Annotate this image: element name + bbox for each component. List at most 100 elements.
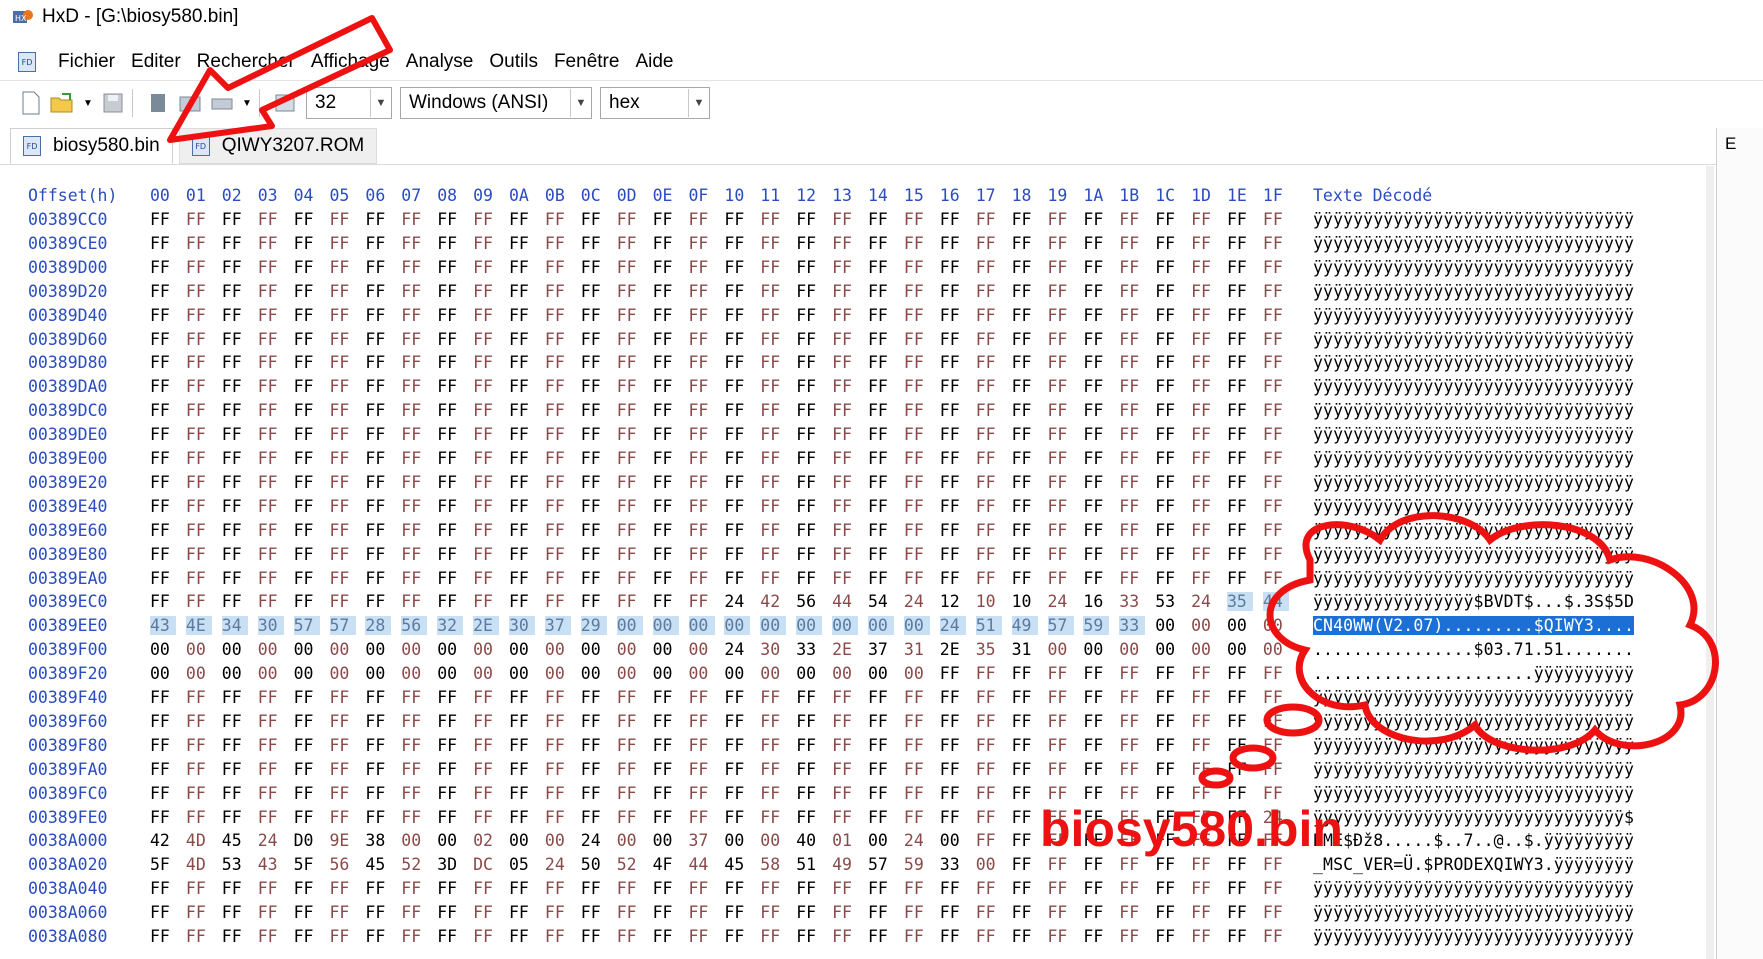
hex-byte[interactable]: FF (653, 449, 679, 468)
hex-byte[interactable]: 4E (185, 616, 212, 636)
hex-byte[interactable]: 4D (186, 855, 212, 874)
hex-byte[interactable]: FF (1155, 712, 1181, 731)
hex-byte[interactable]: FF (401, 808, 427, 827)
hex-byte[interactable]: 00 (330, 640, 356, 659)
hex-byte[interactable]: FF (940, 760, 966, 779)
hex-byte[interactable]: FF (365, 927, 391, 946)
hex-byte[interactable]: FF (1119, 521, 1145, 540)
hex-byte[interactable]: 00 (1227, 616, 1253, 635)
hex-byte[interactable]: FF (581, 688, 607, 707)
hex-byte[interactable]: 54 (868, 592, 894, 611)
hex-byte[interactable]: FF (1119, 330, 1145, 349)
hex-byte[interactable]: FF (1012, 353, 1038, 372)
hex-byte[interactable]: FF (509, 497, 535, 516)
hex-byte[interactable]: 00 (401, 640, 427, 659)
columns-icon[interactable] (272, 90, 298, 116)
hex-byte[interactable]: FF (1083, 234, 1109, 253)
hex-byte[interactable]: FF (545, 784, 571, 803)
hex-byte[interactable]: 30 (509, 616, 535, 636)
hex-byte[interactable]: FF (545, 497, 571, 516)
hex-byte[interactable]: FF (545, 210, 571, 229)
hex-byte[interactable]: FF (1012, 903, 1038, 922)
hex-byte[interactable]: 00 (437, 640, 463, 659)
hex-byte[interactable]: FF (1263, 927, 1289, 946)
hex-byte[interactable]: FF (1155, 330, 1181, 349)
hex-byte[interactable]: FF (1012, 927, 1038, 946)
hex-byte[interactable]: FF (330, 712, 356, 731)
hex-byte[interactable]: FF (1227, 401, 1253, 420)
hex-byte[interactable]: FF (796, 473, 822, 492)
hex-byte[interactable]: FF (186, 712, 212, 731)
hex-byte[interactable]: FF (617, 306, 643, 325)
hex-byte[interactable]: FF (1155, 282, 1181, 301)
hex-row[interactable]: 00389E80 FF FF FF FF FF FF FF FF FF FF FF FF FF FF FF FF… (0, 545, 1700, 569)
hex-byte[interactable]: FF (1263, 497, 1289, 516)
decoded-text[interactable]: ÿÿÿÿÿÿÿÿÿÿÿÿÿÿÿÿÿÿÿÿÿÿÿÿÿÿÿÿÿÿÿÿ (1313, 521, 1634, 540)
hex-byte[interactable]: FF (1155, 210, 1181, 229)
hex-byte[interactable]: FF (1155, 234, 1181, 253)
hex-byte[interactable]: 42 (150, 831, 176, 850)
hex-byte[interactable]: FF (1227, 545, 1253, 564)
hex-byte[interactable]: 52 (617, 855, 643, 874)
hex-byte[interactable]: FF (509, 473, 535, 492)
hex-byte[interactable]: FF (1155, 545, 1181, 564)
hex-byte[interactable]: FF (1191, 736, 1217, 755)
hex-byte[interactable]: FF (330, 760, 356, 779)
hex-byte[interactable]: D0 (294, 831, 320, 850)
tab-qiwy3207[interactable]: FD QIWY3207.ROM (178, 128, 378, 164)
hex-byte[interactable]: FF (258, 353, 284, 372)
hex-byte[interactable]: FF (940, 234, 966, 253)
hex-byte[interactable]: FF (437, 712, 463, 731)
hex-byte[interactable]: FF (473, 353, 499, 372)
hex-byte[interactable]: FF (1012, 330, 1038, 349)
hex-byte[interactable]: FF (437, 688, 463, 707)
hex-byte[interactable]: FF (294, 784, 320, 803)
hex-byte[interactable]: FF (760, 927, 786, 946)
hex-byte[interactable]: FF (222, 688, 248, 707)
hex-byte[interactable]: FF (509, 353, 535, 372)
hex-byte[interactable]: FF (724, 330, 750, 349)
hex-byte[interactable]: 00 (330, 664, 356, 683)
hex-byte[interactable]: FF (976, 234, 1002, 253)
hex-byte[interactable]: FF (222, 569, 248, 588)
hex-byte[interactable]: FF (904, 784, 930, 803)
hex-row[interactable]: 00389F00 00 00 00 00 00 00 00 00 00 00 00 00 00 00 00 00… (0, 640, 1700, 664)
hex-byte[interactable]: FF (222, 497, 248, 516)
hex-byte[interactable]: FF (150, 784, 176, 803)
hex-byte[interactable]: 00 (796, 664, 822, 683)
hex-byte[interactable]: FF (1155, 473, 1181, 492)
hex-byte[interactable]: FF (1191, 401, 1217, 420)
hex-byte[interactable]: FF (868, 879, 894, 898)
hex-byte[interactable]: FF (473, 210, 499, 229)
hex-byte[interactable]: FF (222, 545, 248, 564)
decoded-text[interactable]: ÿÿÿÿÿÿÿÿÿÿÿÿÿÿÿÿÿÿÿÿÿÿÿÿÿÿÿÿÿÿÿÿ (1313, 449, 1634, 468)
hex-byte[interactable]: FF (653, 497, 679, 516)
hex-byte[interactable]: FF (545, 473, 571, 492)
hex-byte[interactable]: FF (689, 497, 715, 516)
hex-byte[interactable]: FF (401, 401, 427, 420)
hex-byte[interactable]: FF (1083, 760, 1109, 779)
hex-byte[interactable]: FF (509, 808, 535, 827)
hex-byte[interactable]: FF (653, 210, 679, 229)
hex-byte[interactable]: FF (581, 377, 607, 396)
hex-byte[interactable]: FF (868, 330, 894, 349)
hex-byte[interactable]: 00 (1155, 616, 1181, 635)
hex-byte[interactable]: FF (330, 377, 356, 396)
hex-byte[interactable]: FF (509, 449, 535, 468)
hex-byte[interactable]: 57 (868, 855, 894, 874)
hex-byte[interactable]: 30 (760, 640, 786, 659)
hex-byte[interactable]: FF (545, 521, 571, 540)
hex-byte[interactable]: FF (760, 760, 786, 779)
hex-byte[interactable]: FF (509, 736, 535, 755)
hex-byte[interactable]: FF (832, 330, 858, 349)
hex-byte[interactable]: FF (617, 497, 643, 516)
hex-byte[interactable]: FF (401, 569, 427, 588)
hex-byte[interactable]: FF (186, 401, 212, 420)
hex-byte[interactable]: FF (689, 282, 715, 301)
hex-byte[interactable]: FF (1227, 282, 1253, 301)
hex-byte[interactable]: FF (401, 497, 427, 516)
hex-byte[interactable]: FF (976, 545, 1002, 564)
hex-byte[interactable]: FF (868, 688, 894, 707)
decoded-text[interactable]: ÿÿÿÿÿÿÿÿÿÿÿÿÿÿÿÿÿÿÿÿÿÿÿÿÿÿÿÿÿÿÿÿ (1313, 258, 1634, 277)
hex-byte[interactable]: FF (509, 688, 535, 707)
